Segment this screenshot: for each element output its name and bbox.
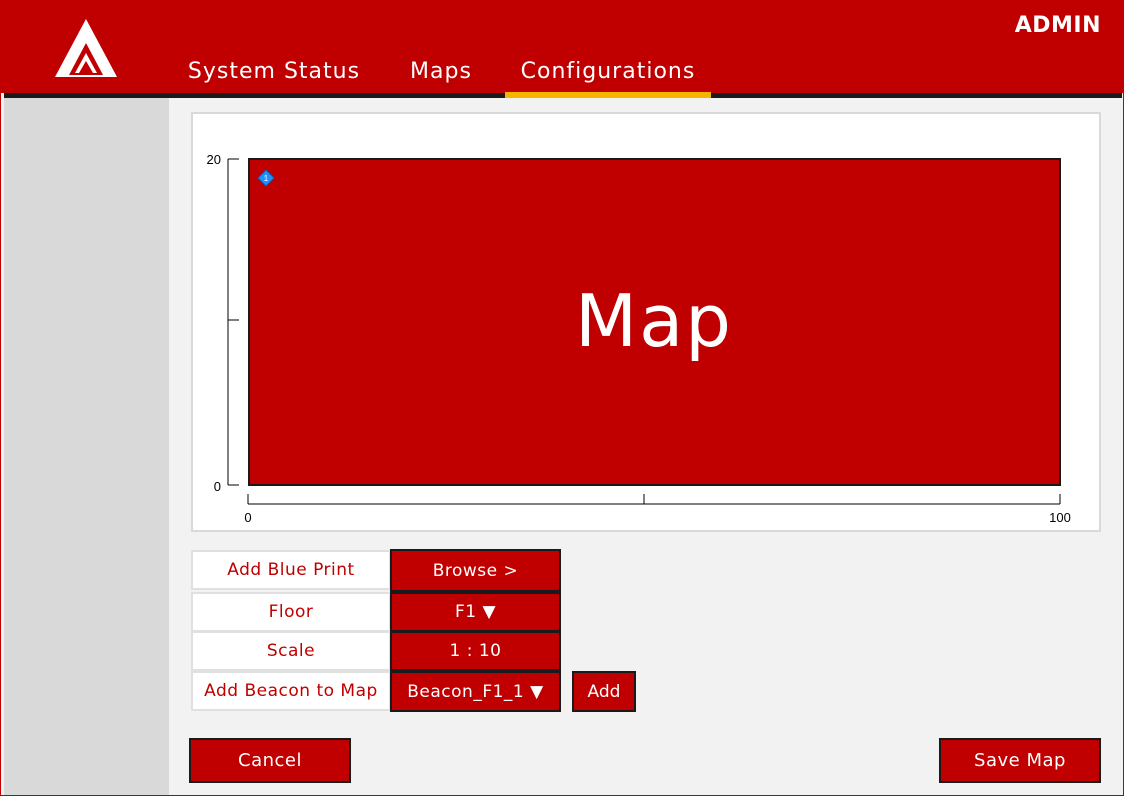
scale-field[interactable]: 1 : 10 bbox=[390, 631, 561, 671]
scale-label: Scale bbox=[191, 631, 391, 671]
beacon-marker-label: 1 bbox=[264, 174, 269, 183]
floor-select[interactable]: F1 ▼ bbox=[390, 592, 561, 632]
save-map-button[interactable]: Save Map bbox=[939, 738, 1101, 783]
brand-logo-icon bbox=[55, 19, 117, 77]
tab-maps[interactable]: Maps bbox=[405, 59, 477, 93]
blueprint-label: Add Blue Print bbox=[191, 550, 391, 590]
map-panel: 20 0 0 100 Map 1 bbox=[191, 112, 1101, 532]
map-placeholder-text: Map bbox=[575, 279, 733, 363]
top-navigation-bar: ADMIN System Status Maps Configurations bbox=[1, 1, 1123, 93]
floor-label: Floor bbox=[191, 592, 391, 632]
y-axis-max-label: 20 bbox=[207, 152, 221, 167]
active-tab-indicator bbox=[505, 92, 711, 98]
user-role-label[interactable]: ADMIN bbox=[1015, 13, 1101, 38]
x-axis-min-label: 0 bbox=[244, 510, 251, 525]
browse-button[interactable]: Browse > bbox=[390, 549, 561, 592]
beacon-select[interactable]: Beacon_F1_1 ▼ bbox=[390, 671, 561, 712]
tab-configurations[interactable]: Configurations bbox=[505, 59, 711, 93]
x-axis-max-label: 100 bbox=[1049, 510, 1071, 525]
map-canvas: 20 0 0 100 Map 1 bbox=[207, 152, 1071, 525]
app-window: ADMIN System Status Maps Configurations … bbox=[0, 0, 1124, 796]
beacon-label: Add Beacon to Map bbox=[191, 671, 391, 711]
add-beacon-button[interactable]: Add bbox=[572, 671, 636, 712]
sidebar bbox=[4, 98, 169, 795]
y-axis-min-label: 0 bbox=[214, 479, 221, 494]
tab-system-status[interactable]: System Status bbox=[183, 59, 365, 93]
cancel-button[interactable]: Cancel bbox=[189, 738, 351, 783]
